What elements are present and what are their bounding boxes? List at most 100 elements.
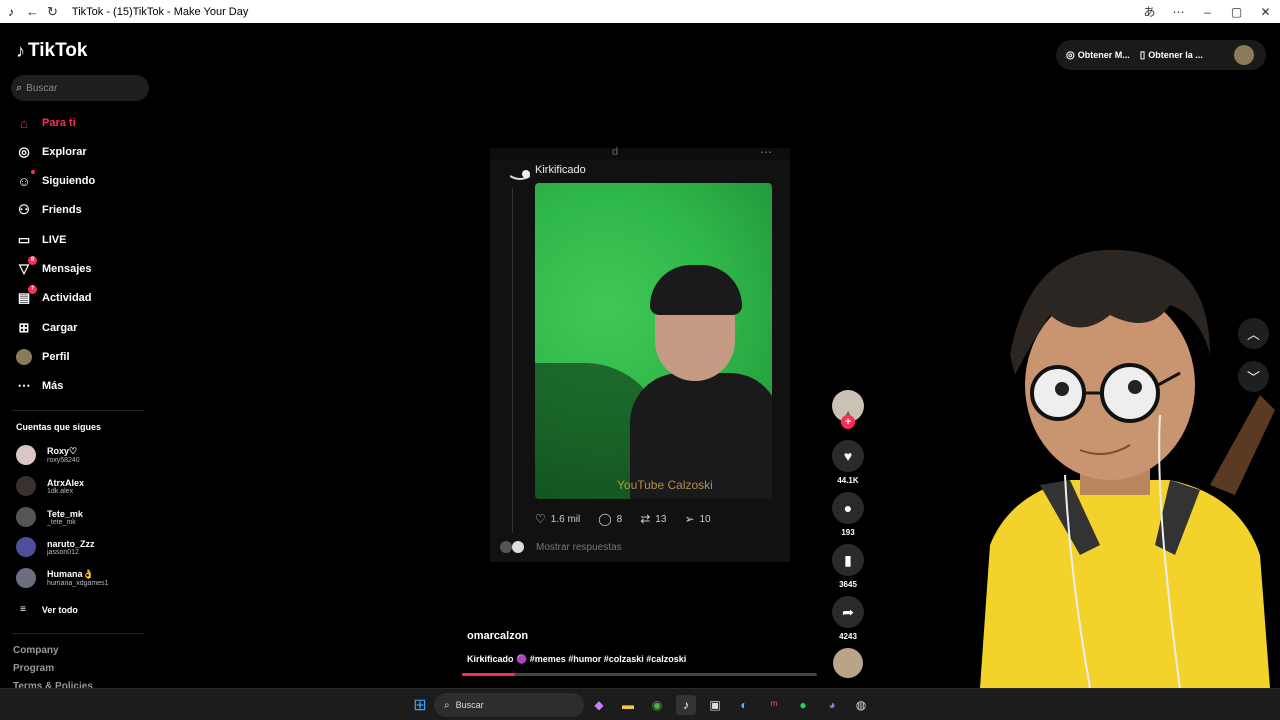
minecraft-icon[interactable]: ▣ <box>705 695 725 715</box>
window-title: TikTok - (15)TikTok - Make Your Day <box>71 5 249 18</box>
sidebar: ♪ TikTok ⌕ Buscar ⌂ Para ti ◎ Explorar ☺… <box>0 23 160 688</box>
post-stats: ♡ 1.6 mil ◯ 8 ⇄ 13 ➢ 10 <box>535 512 729 526</box>
logo-text: TikTok <box>28 40 88 61</box>
nav-mensajes[interactable]: ▽ 8 Mensajes <box>16 256 92 279</box>
show-replies: Mostrar respuestas <box>500 541 622 553</box>
spotify-icon[interactable]: ● <box>793 695 813 715</box>
account-item[interactable]: naruto_Zzz jasson012 <box>16 537 95 557</box>
music-disc-avatar[interactable] <box>833 648 863 678</box>
discord-icon[interactable]: ◕ <box>822 695 842 715</box>
reload-button[interactable]: ↻ <box>47 4 58 20</box>
messages-badge: 8 <box>28 256 37 265</box>
file-explorer-icon[interactable]: ▬ <box>618 695 638 715</box>
footer-link[interactable]: Terms & Policies <box>13 681 93 688</box>
account-name: AtrxAlex <box>47 477 85 488</box>
nav-cargar[interactable]: ⊞ Cargar <box>16 318 78 338</box>
nav-explorar[interactable]: ◎ Explorar <box>16 142 86 162</box>
windows-start-icon[interactable]: ⊞ <box>410 695 430 715</box>
save-count: 3645 <box>839 580 857 589</box>
post-username: Kirkificado <box>535 164 586 176</box>
account-item[interactable]: Roxy♡ roxy58240 <box>16 445 80 465</box>
back-button[interactable]: ← <box>26 4 39 19</box>
account-item[interactable]: Tete_mk _tete_mk <box>16 507 83 527</box>
repost-icon: ⇄ <box>640 512 651 526</box>
app-icon[interactable]: ᵐ <box>764 695 784 715</box>
post-author-avatar <box>510 170 530 180</box>
footer-link[interactable]: Program <box>13 663 54 674</box>
tiktok-taskbar-icon[interactable]: ♪ <box>676 695 696 715</box>
comment-icon: ● <box>832 492 864 524</box>
account-item[interactable]: Humana👌 humana_xdgames1 <box>16 568 109 588</box>
creator-avatar[interactable]: ▲ + <box>832 390 864 429</box>
send-icon: ➢ <box>684 512 695 526</box>
post-comments-count: 8 <box>616 513 623 525</box>
edge-icon[interactable]: ◐ <box>734 695 754 715</box>
close-button[interactable]: ✕ <box>1251 5 1280 19</box>
bookmark-icon: ▮ <box>832 544 864 576</box>
get-app-label: Obtener la ... <box>1148 50 1203 60</box>
notification-dot <box>31 170 35 174</box>
nav-label: Siguiendo <box>42 175 96 187</box>
caption-text: Kirkificado 🟣 #memes #humor #colzaski #c… <box>467 654 687 664</box>
copilot-icon[interactable]: ◆ <box>589 695 609 715</box>
footer-link[interactable]: Company <box>13 645 59 656</box>
account-avatar <box>16 476 36 496</box>
nav-label: Mensajes <box>42 263 92 275</box>
follow-plus-icon[interactable]: + <box>841 415 855 429</box>
post-more-icon: ⋯ <box>760 145 772 159</box>
nav-live[interactable]: ▭ LIVE <box>16 230 67 250</box>
post-likes: ♡ 1.6 mil <box>535 512 580 526</box>
activity-badge: 7 <box>28 285 37 294</box>
save-button[interactable]: ▮ 3645 <box>832 544 864 589</box>
account-name: naruto_Zzz <box>47 538 95 549</box>
nav-para-ti[interactable]: ⌂ Para ti <box>16 113 76 133</box>
thread-line <box>512 188 513 533</box>
nav-actividad[interactable]: ▤ 7 Actividad <box>16 285 92 308</box>
chrome-icon[interactable]: ◉ <box>647 695 667 715</box>
video-player[interactable]: d ⋯ Kirkificado YouTube Calzoski ♡ 1.6 mi… <box>490 145 790 562</box>
live-icon: ▭ <box>17 232 31 247</box>
account-handle: 1dk.alex <box>47 487 74 495</box>
header-actions: ◎ Obtener M... ▯ Obtener la ... <box>1056 40 1266 70</box>
video-progress-fill <box>462 673 516 676</box>
nav-friends[interactable]: ⚇ Friends <box>16 200 82 220</box>
post-likes-count: 1.6 mil <box>550 513 581 525</box>
account-item[interactable]: AtrxAlex 1dk.alex <box>16 476 84 496</box>
post-reposts-count: 13 <box>655 513 667 525</box>
account-avatar <box>16 537 36 557</box>
tiktok-logo[interactable]: ♪ TikTok <box>16 40 87 62</box>
caption-author[interactable]: omarcalzon <box>467 630 528 642</box>
taskbar-search[interactable]: ⌕ Buscar <box>434 693 584 717</box>
search-placeholder: Buscar <box>26 82 58 94</box>
video-progress-bar[interactable] <box>462 673 817 676</box>
comment-button[interactable]: ● 193 <box>832 492 864 537</box>
see-all-button[interactable]: ≡ Ver todo <box>20 604 78 615</box>
nav-mas[interactable]: ⋯ Más <box>16 376 64 396</box>
like-button[interactable]: ♥ 44.1K <box>832 440 864 485</box>
nav-label: Perfil <box>42 351 70 363</box>
minimize-button[interactable]: – <box>1193 5 1222 19</box>
search-input[interactable]: ⌕ Buscar <box>11 75 149 101</box>
person-hair <box>650 265 742 315</box>
account-handle: _tete_mk <box>47 518 76 526</box>
nav-siguiendo[interactable]: ☺ Siguiendo <box>16 170 96 191</box>
like-count: 44.1K <box>837 476 859 485</box>
windows-taskbar: ⊞ ⌕ Buscar ◆ ▬ ◉ ♪ ▣ ◐ ᵐ ● ◕ ◍ <box>0 688 1280 720</box>
translate-icon[interactable]: あ <box>1135 3 1164 20</box>
maximize-button[interactable]: ▢ <box>1222 5 1251 19</box>
share-count: 4243 <box>839 632 857 641</box>
steam-icon[interactable]: ◍ <box>851 695 871 715</box>
sidebar-divider <box>12 633 144 634</box>
tiktok-app-icon: ♪ <box>8 4 14 19</box>
friends-icon: ⚇ <box>18 202 30 217</box>
list-icon: ≡ <box>20 604 26 615</box>
user-avatar[interactable] <box>1234 45 1254 65</box>
get-coins-button[interactable]: ◎ Obtener M... <box>1066 50 1130 61</box>
menu-icon[interactable]: ⋯ <box>1164 5 1193 19</box>
nav-perfil[interactable]: Perfil <box>16 347 70 367</box>
post-video-frame: YouTube Calzoski <box>535 183 772 499</box>
post-shares-count: 10 <box>699 513 711 525</box>
share-button[interactable]: ➦ 4243 <box>832 596 864 641</box>
get-app-button[interactable]: ▯ Obtener la ... <box>1140 50 1203 61</box>
phone-icon: ▯ <box>1139 49 1146 61</box>
